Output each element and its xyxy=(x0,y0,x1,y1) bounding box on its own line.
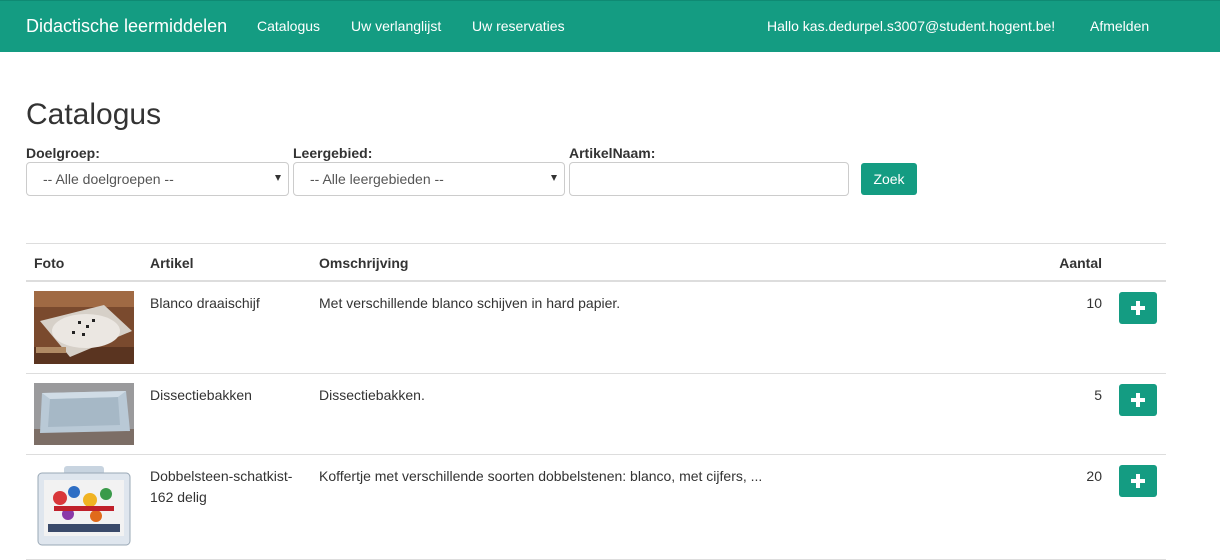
caret-down-icon xyxy=(551,175,557,181)
brand-link[interactable]: Didactische leermiddelen xyxy=(26,16,227,37)
artikel-omschrijving: Dissectiebakken. xyxy=(319,387,425,403)
column-header-omschrijving: Omschrijving xyxy=(319,255,409,271)
nav-catalogus[interactable]: Catalogus xyxy=(257,18,320,34)
column-header-artikel: Artikel xyxy=(150,255,194,271)
nav-verlanglijst[interactable]: Uw verlanglijst xyxy=(351,18,441,34)
user-greeting[interactable]: Hallo kas.dedurpel.s3007@student.hogent.… xyxy=(767,18,1055,34)
nav-reservaties[interactable]: Uw reservaties xyxy=(472,18,565,34)
artikelnaam-input[interactable] xyxy=(569,162,849,196)
table-row: Blanco draaischijf Met verschillende bla… xyxy=(26,282,1166,374)
dice-case-photo xyxy=(34,464,134,548)
plus-icon xyxy=(1136,301,1140,315)
page-title: Catalogus xyxy=(26,98,162,131)
logout-link[interactable]: Afmelden xyxy=(1090,18,1149,34)
add-to-wishlist-button[interactable] xyxy=(1119,465,1157,497)
artikel-name: Blanco draaischijf xyxy=(150,295,260,311)
add-to-wishlist-button[interactable] xyxy=(1119,292,1157,324)
turntable-photo xyxy=(34,291,134,364)
search-button[interactable]: Zoek xyxy=(861,163,917,195)
table-row: Dobbelsteen-schatkist-162 delig Koffertj… xyxy=(26,455,1166,560)
leergebied-select-value: -- Alle leergebieden -- xyxy=(310,171,444,187)
add-to-wishlist-button[interactable] xyxy=(1119,384,1157,416)
doelgroep-select-value: -- Alle doelgroepen -- xyxy=(43,171,174,187)
doelgroep-label: Doelgroep: xyxy=(26,145,100,161)
artikel-aantal: 5 xyxy=(1094,387,1102,403)
artikel-omschrijving: Met verschillende blanco schijven in har… xyxy=(319,295,621,311)
navbar: Didactische leermiddelen Catalogus Uw ve… xyxy=(0,0,1220,52)
plus-icon xyxy=(1136,474,1140,488)
artikelnaam-label: ArtikelNaam: xyxy=(569,145,656,161)
artikel-aantal: 10 xyxy=(1086,295,1102,311)
column-header-foto: Foto xyxy=(34,255,65,271)
doelgroep-select[interactable]: -- Alle doelgroepen -- xyxy=(26,162,289,196)
artikel-aantal: 20 xyxy=(1086,468,1102,484)
artikel-omschrijving: Koffertje met verschillende soorten dobb… xyxy=(319,468,763,484)
leergebied-select[interactable]: -- Alle leergebieden -- xyxy=(293,162,565,196)
column-header-aantal: Aantal xyxy=(1059,255,1102,271)
tray-photo xyxy=(34,383,134,445)
leergebied-label: Leergebied: xyxy=(293,145,373,161)
table-divider xyxy=(26,243,1166,244)
artikel-name: Dobbelsteen-schatkist-162 delig xyxy=(150,468,293,505)
caret-down-icon xyxy=(275,175,281,181)
artikel-name: Dissectiebakken xyxy=(150,387,252,403)
plus-icon xyxy=(1136,393,1140,407)
table-row: Dissectiebakken Dissectiebakken. 5 xyxy=(26,374,1166,455)
